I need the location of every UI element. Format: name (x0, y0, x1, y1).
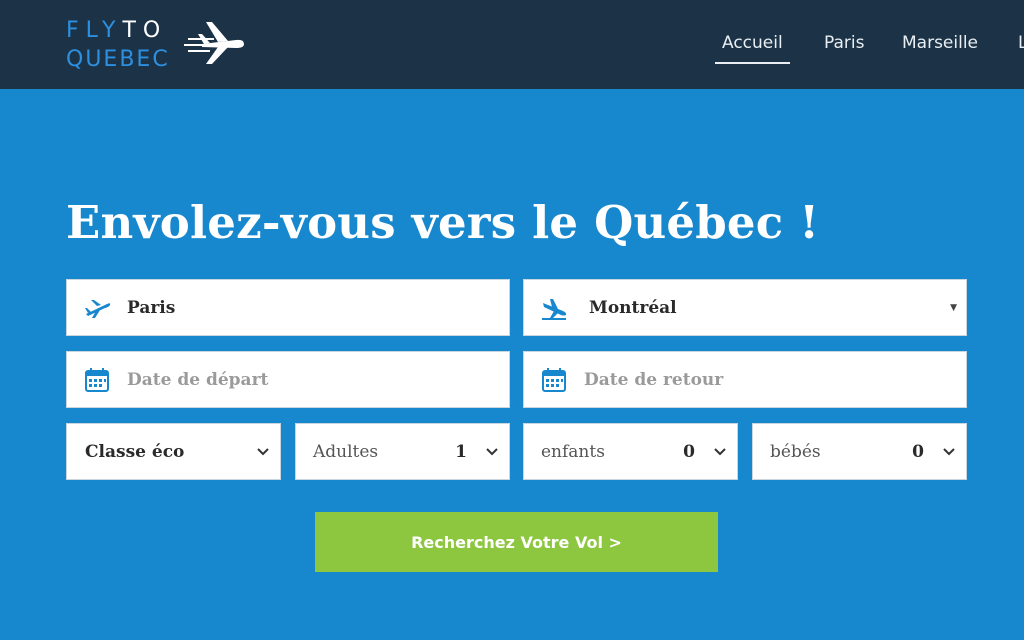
departure-date-input[interactable]: Date de départ (66, 351, 510, 408)
search-flight-button[interactable]: Recherchez Votre Vol > (315, 512, 718, 572)
adults-select[interactable]: Adultes 1 (295, 423, 510, 480)
nav-item-marseille[interactable]: Marseille (902, 33, 978, 53)
plane-landing-icon (542, 298, 567, 320)
departure-city-field[interactable]: Paris (66, 279, 510, 336)
dropdown-caret-icon: ▼ (950, 302, 957, 313)
return-date-placeholder: Date de retour (584, 369, 724, 390)
nav-item-accueil[interactable]: Accueil (715, 33, 790, 64)
babies-label: bébés (770, 441, 821, 462)
departure-city-value: Paris (127, 297, 176, 318)
chevron-down-icon (486, 447, 498, 455)
plane-takeoff-icon (85, 299, 111, 318)
logo-line-1: FLYTO (66, 18, 168, 43)
departure-date-placeholder: Date de départ (127, 369, 269, 390)
adults-label: Adultes (313, 441, 379, 462)
adults-value: 1 (455, 441, 467, 462)
nav-item-cut-off[interactable]: L (1018, 33, 1024, 53)
children-label: enfants (541, 441, 605, 462)
arrival-city-select[interactable]: Montréal ▼ (523, 279, 967, 336)
return-date-input[interactable]: Date de retour (523, 351, 967, 408)
children-select[interactable]: enfants 0 (523, 423, 738, 480)
logo-line-2: QUEBEC (66, 47, 170, 72)
chevron-down-icon (714, 447, 726, 455)
calendar-icon (542, 367, 566, 392)
page-title: Envolez-vous vers le Québec ! (66, 196, 820, 249)
babies-value: 0 (912, 441, 924, 462)
arrival-city-value: Montréal (589, 297, 677, 318)
babies-select[interactable]: bébés 0 (752, 423, 967, 480)
airplane-icon (184, 22, 244, 64)
chevron-down-icon (943, 447, 955, 455)
chevron-down-icon (257, 447, 269, 455)
children-value: 0 (683, 441, 695, 462)
nav-item-paris[interactable]: Paris (824, 33, 864, 53)
top-bar: FLYTO QUEBEC Accueil Paris Marseille L (0, 0, 1024, 89)
class-select[interactable]: Classe éco (66, 423, 281, 480)
class-value: Classe éco (85, 441, 185, 462)
flytoquebec-logo[interactable]: FLYTO QUEBEC (66, 16, 246, 78)
calendar-icon (85, 367, 109, 392)
